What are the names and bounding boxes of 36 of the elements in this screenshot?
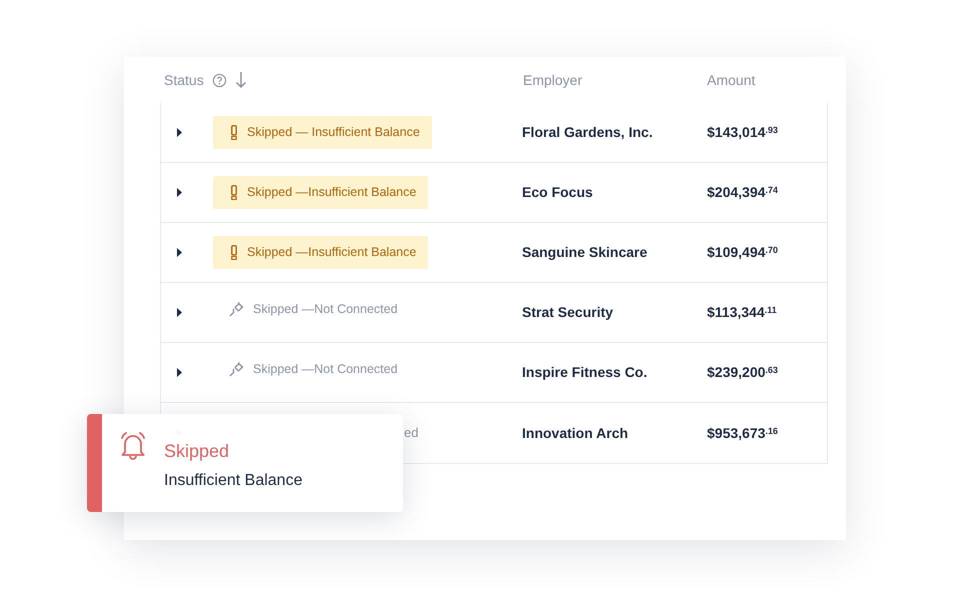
exclamation-icon <box>231 245 237 260</box>
sort-down-arrow-icon[interactable] <box>234 71 247 89</box>
amount: $143,014$^{.93}$ <box>707 124 778 140</box>
amount: $204,394$^{.74}$ <box>707 184 778 200</box>
column-header[interactable]: Amount <box>707 70 756 90</box>
amount: $239,200$^{.63}$ <box>707 364 778 380</box>
status-text: Skipped —Not Connected <box>253 300 398 318</box>
unplugged-icon <box>229 361 245 378</box>
status-text: Skipped —Insufficient Balance <box>247 244 416 262</box>
employer-name: Eco Focus <box>522 184 593 200</box>
employer-name: Inspire Fitness Co. <box>522 364 648 380</box>
bell-icon <box>118 430 148 462</box>
toast-message: Insufficient Balance <box>164 471 302 491</box>
toast-title: Skipped <box>164 440 230 463</box>
expand-caret-icon[interactable] <box>177 188 182 196</box>
employer-name: Innovation Arch <box>522 424 628 440</box>
status-text: Skipped — Insufficient Balance <box>247 124 420 142</box>
amount: $113,344$^{.11}$ <box>707 304 777 320</box>
expand-caret-icon[interactable] <box>177 128 182 136</box>
expand-caret-icon[interactable] <box>177 308 182 316</box>
employer-name: Strat Security <box>522 304 614 320</box>
employer-name: Floral Gardens, Inc. <box>522 124 653 140</box>
amount: $109,494$^{.70}$ <box>707 244 778 260</box>
status-text: Skipped —Not Connected <box>253 360 398 378</box>
exclamation-icon <box>231 125 237 140</box>
expand-caret-icon[interactable] <box>177 368 182 376</box>
status-text: ed <box>403 424 418 442</box>
help-icon[interactable] <box>212 72 227 88</box>
column-header[interactable]: Employer <box>523 70 582 90</box>
column-header[interactable]: Status <box>164 70 204 90</box>
employer-name: Sanguine Skincare <box>522 244 648 260</box>
status-text: Skipped —Insufficient Balance <box>247 184 416 202</box>
expand-caret-icon[interactable] <box>177 248 182 256</box>
unplugged-icon <box>229 301 245 318</box>
exclamation-icon <box>231 185 237 200</box>
amount: $953,673$^{.16}$ <box>707 424 778 440</box>
